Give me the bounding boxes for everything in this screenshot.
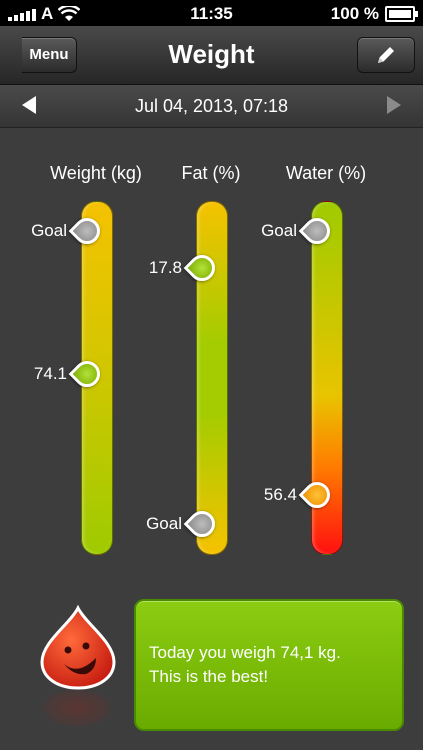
summary-line-1: Today you weigh 74,1 kg.	[149, 643, 341, 662]
summary-line-2: This is the best!	[149, 667, 269, 686]
water-column-label: Water (%)	[285, 163, 367, 183]
summary-message-box: Today you weigh 74,1 kg. This is the bes…	[134, 599, 404, 731]
summary-message: Today you weigh 74,1 kg. This is the bes…	[149, 641, 390, 689]
water-goal-label: Goal	[261, 221, 297, 240]
next-date-arrow-icon[interactable]	[387, 96, 401, 114]
date-label: Jul 04, 2013, 07:18	[134, 96, 289, 116]
weight-value-label: 74.1	[33, 364, 67, 383]
weight-column-label: Weight (kg)	[50, 163, 142, 183]
weight-goal-label: Goal	[31, 221, 67, 240]
edit-button[interactable]	[357, 37, 415, 73]
water-value-label: 56.4	[263, 485, 297, 504]
fat-goal-label: Goal	[146, 514, 182, 533]
battery-info: 100 %	[330, 4, 418, 24]
mascot-reflection	[44, 690, 110, 726]
status-bar: A 11:35 100 %	[0, 0, 423, 26]
mascot-drop-icon	[40, 604, 116, 690]
battery-icon	[385, 6, 418, 22]
date-bar: Jul 04, 2013, 07:18	[0, 85, 423, 128]
nav-bar: Menu Weight	[0, 26, 423, 85]
pencil-icon	[378, 47, 394, 63]
fat-value-label: 17.8	[148, 258, 182, 277]
fat-column-label: Fat (%)	[181, 163, 241, 183]
battery-percent: 100 %	[330, 4, 379, 23]
